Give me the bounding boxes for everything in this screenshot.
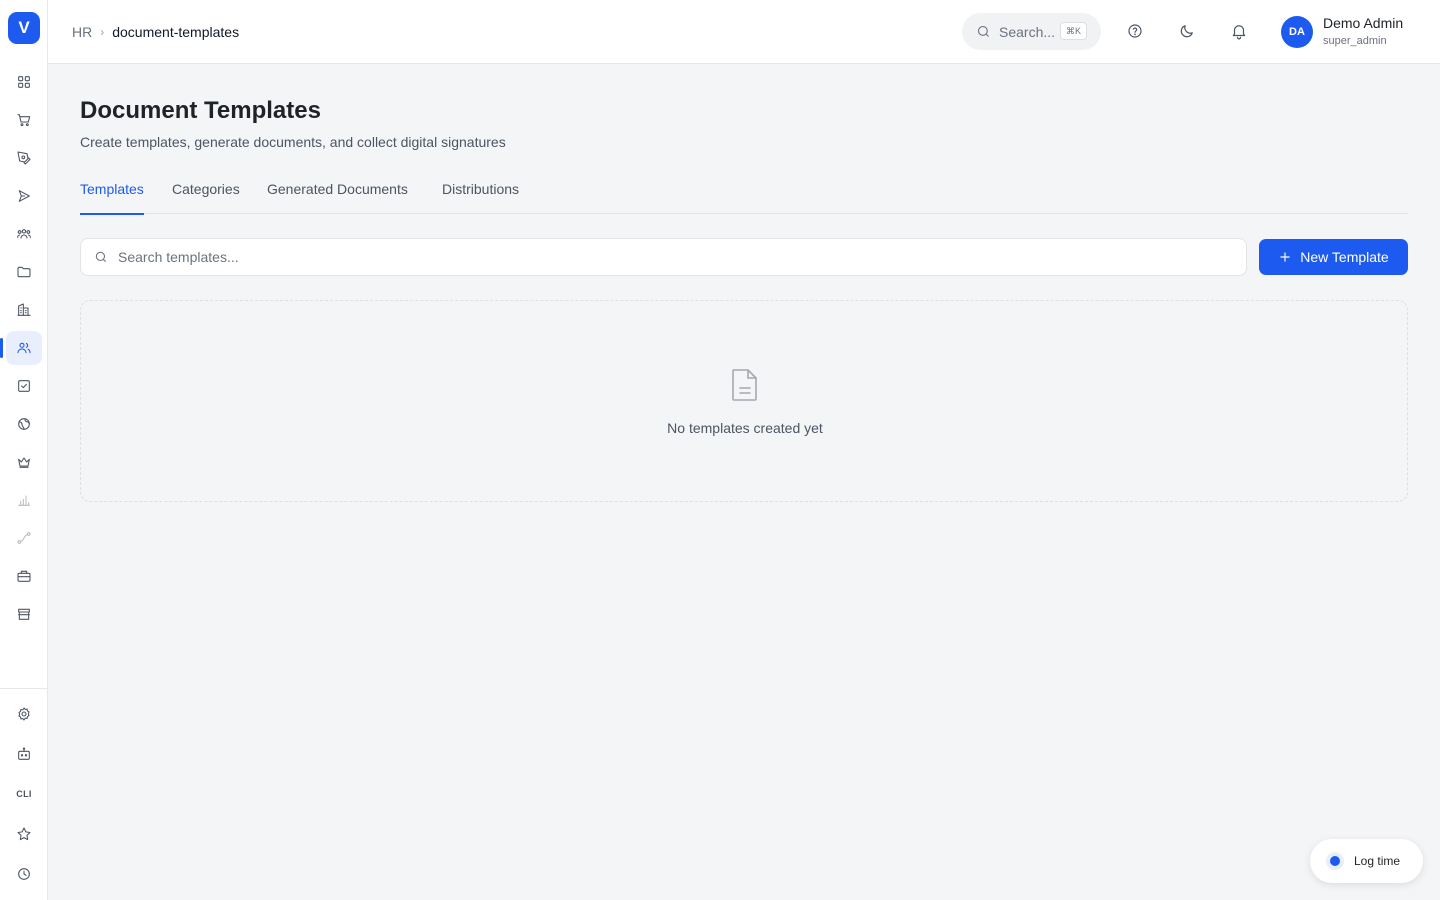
sidebar: V CLI [0,0,48,900]
sidebar-item-tasks[interactable] [6,369,42,403]
sidebar-item-workflows[interactable] [6,521,42,555]
sidebar-item-design[interactable] [6,141,42,175]
tab-distributions[interactable]: Distributions [442,181,519,214]
sidebar-item-community[interactable] [6,217,42,251]
sidebar-item-company[interactable] [6,293,42,327]
clock-icon [18,868,30,880]
new-template-button[interactable]: New Template [1259,239,1408,275]
sidebar-item-web[interactable] [6,407,42,441]
sidebar-item-dashboard[interactable] [6,65,42,99]
search-icon [95,251,107,263]
user-role: super_admin [1323,35,1387,47]
users-group-icon [17,229,31,239]
globe-icon [18,418,30,430]
star-icon [17,827,31,841]
sidebar-item-jobs[interactable] [6,559,42,593]
sidebar-item-favorites[interactable] [6,817,42,851]
sidebar-item-analytics[interactable] [6,483,42,517]
page-subtitle: Create templates, generate documents, an… [80,134,506,150]
log-time-button[interactable]: Log time [1310,839,1423,883]
users-icon [17,342,31,354]
tab-bar: Templates Categories Generated Documents… [80,181,1408,215]
sidebar-item-cli[interactable]: CLI [6,777,42,811]
tab-generated-documents[interactable]: Generated Documents [267,181,408,214]
sidebar-item-hr[interactable] [6,331,42,365]
shopping-cart-icon [17,114,31,127]
templates-search-input[interactable] [118,249,1218,265]
global-search-placeholder: Search... [999,23,1056,40]
top-bar: HR › document-templates Search... ⌘K DA … [48,0,1440,64]
sidebar-item-ai[interactable] [6,737,42,771]
app-logo[interactable]: V [8,12,40,44]
plus-icon [1280,252,1290,262]
sidebar-item-files[interactable] [6,255,42,289]
empty-state-icon [729,367,761,403]
active-indicator [0,338,3,358]
gear-icon [18,707,30,721]
sidebar-item-history[interactable] [6,857,42,891]
empty-state: No templates created yet [80,300,1408,502]
sidebar-item-premium[interactable] [6,445,42,479]
dashboard-grid-icon [18,76,30,88]
route-icon [17,532,31,544]
pen-tool-icon [17,151,31,165]
bell-icon [1232,25,1246,40]
help-circle-icon [1128,24,1142,38]
help-button[interactable] [1124,20,1146,42]
tab-categories[interactable]: Categories [172,181,240,214]
search-shortcut-badge: ⌘K [1059,22,1087,40]
file-text-icon [732,369,757,401]
global-search-button[interactable]: Search... ⌘K [962,13,1101,50]
checkbox-icon [18,380,30,392]
log-time-label: Log time [1354,854,1401,868]
new-template-label: New Template [1300,249,1389,265]
robot-icon [18,747,30,760]
building-icon [17,303,31,316]
sidebar-item-store[interactable] [6,597,42,631]
folder-icon [17,266,31,278]
breadcrumb-root[interactable]: HR [72,24,92,40]
timer-icon [1326,852,1344,870]
store-icon [18,608,30,620]
search-icon [977,25,989,37]
page-title: Document Templates [80,97,321,124]
briefcase-icon [17,570,31,582]
sidebar-item-marketing[interactable] [6,179,42,213]
cli-label: CLI [16,789,32,799]
theme-toggle-button[interactable] [1176,20,1198,42]
chevron-right-icon: › [100,25,105,39]
sidebar-item-sales[interactable] [6,103,42,137]
breadcrumb: HR › document-templates [72,24,239,40]
tab-templates[interactable]: Templates [80,181,144,215]
sidebar-divider [0,688,48,689]
send-icon [18,190,30,202]
empty-state-message: No templates created yet [667,420,823,436]
avatar[interactable]: DA [1281,16,1313,48]
bar-chart-icon [18,495,30,506]
crown-icon [18,457,30,468]
templates-search [80,238,1247,276]
breadcrumb-current: document-templates [112,24,240,40]
user-name[interactable]: Demo Admin [1323,15,1403,31]
notifications-button[interactable] [1228,20,1250,42]
sidebar-item-settings[interactable] [6,697,42,731]
moon-icon [1180,25,1193,38]
